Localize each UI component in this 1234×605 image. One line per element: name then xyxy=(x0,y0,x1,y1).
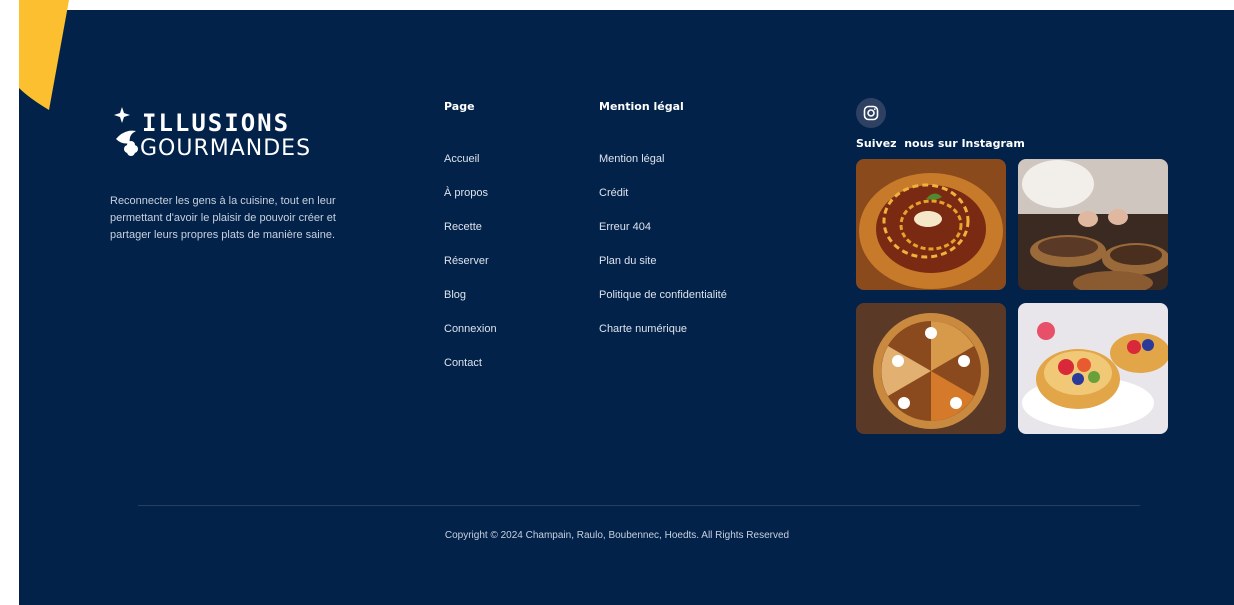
svg-text:GOURMANDES: GOURMANDES xyxy=(140,136,311,160)
list-item: Plan du site xyxy=(599,249,727,283)
list-item: Accueil xyxy=(444,147,497,181)
page-top-strip xyxy=(0,0,1234,10)
instagram-photo-dessert[interactable] xyxy=(856,159,1006,290)
link-contact[interactable]: Contact xyxy=(444,357,482,369)
list-item: Blog xyxy=(444,283,497,317)
list-item: Mention légal xyxy=(599,147,727,181)
link-a-propos[interactable]: À propos xyxy=(444,187,488,199)
list-item: Erreur 404 xyxy=(599,215,727,249)
brand-tagline: Reconnecter les gens à la cuisine, tout … xyxy=(110,195,336,241)
logo-wordmark: ILLUSIONS GOURMANDES xyxy=(110,105,350,161)
link-charte-numerique[interactable]: Charte numérique xyxy=(599,323,687,335)
link-politique-confidentialite[interactable]: Politique de confidentialité xyxy=(599,289,727,301)
list-item: À propos xyxy=(444,181,497,215)
instagram-icon xyxy=(863,105,879,121)
link-erreur-404[interactable]: Erreur 404 xyxy=(599,221,651,233)
footer-divider xyxy=(138,505,1140,506)
page-column-title: Page xyxy=(444,100,475,113)
link-blog[interactable]: Blog xyxy=(444,289,466,301)
list-item: Réserver xyxy=(444,249,497,283)
copyright-text: Copyright © 2024 Champain, Raulo, Bouben… xyxy=(444,530,790,541)
brand-logo[interactable]: ILLUSIONS GOURMANDES xyxy=(110,105,350,161)
link-accueil[interactable]: Accueil xyxy=(444,153,479,165)
list-item: Connexion xyxy=(444,317,497,351)
instagram-title: Suivez nous sur Instagram xyxy=(856,137,1025,150)
legal-column-title: Mention légal xyxy=(599,100,684,113)
list-item: Contact xyxy=(444,351,497,385)
yellow-accent-shape xyxy=(19,0,69,110)
link-credit[interactable]: Crédit xyxy=(599,187,628,199)
instagram-photo-pies[interactable] xyxy=(856,303,1006,434)
link-connexion[interactable]: Connexion xyxy=(444,323,497,335)
list-item: Politique de confidentialité xyxy=(599,283,727,317)
list-item: Charte numérique xyxy=(599,317,727,351)
list-item: Recette xyxy=(444,215,497,249)
link-reserver[interactable]: Réserver xyxy=(444,255,489,267)
legal-links-list: Mention légal Crédit Erreur 404 Plan du … xyxy=(599,147,727,351)
instagram-photo-chef[interactable] xyxy=(1018,159,1168,290)
link-mention-legal[interactable]: Mention légal xyxy=(599,153,664,165)
page-links-list: Accueil À propos Recette Réserver Blog C… xyxy=(444,147,497,385)
list-item: Crédit xyxy=(599,181,727,215)
instagram-button[interactable] xyxy=(856,98,886,128)
instagram-photo-tarts[interactable] xyxy=(1018,303,1168,434)
link-plan-du-site[interactable]: Plan du site xyxy=(599,255,656,267)
svg-text:ILLUSIONS: ILLUSIONS xyxy=(142,109,290,137)
link-recette[interactable]: Recette xyxy=(444,221,482,233)
